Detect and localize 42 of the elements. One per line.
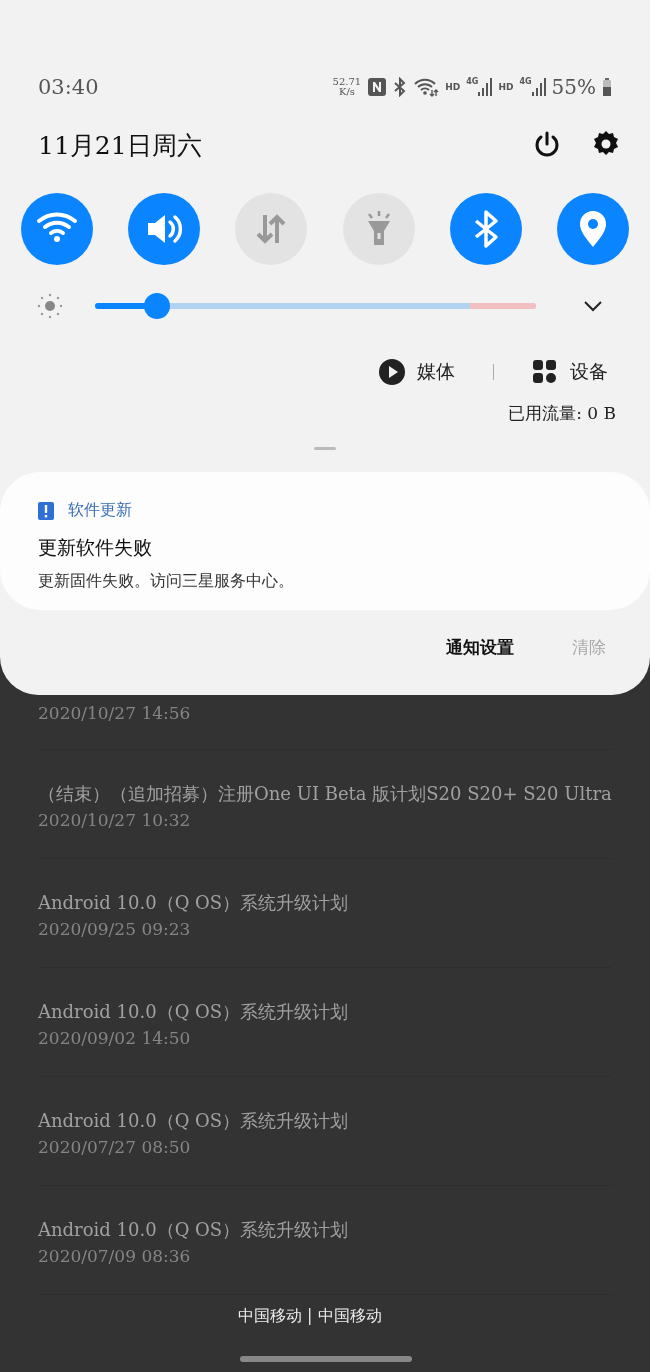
article-title: Android 10.0（Q OS）系统升级计划 — [38, 1218, 350, 1242]
bluetooth-icon — [393, 77, 408, 97]
brightness-icon — [36, 292, 64, 320]
wifi-icon — [413, 77, 440, 97]
article-date: 2020/07/09 08:36 — [38, 1246, 192, 1266]
article-date: 2020/07/27 08:50 — [38, 1137, 192, 1157]
signal-icon — [531, 77, 546, 97]
hd-label: HD — [445, 82, 461, 92]
network-speed: 52.71 K/s — [332, 77, 362, 97]
settings-icon[interactable] — [592, 130, 620, 158]
play-icon — [379, 359, 405, 385]
battery-icon — [602, 77, 612, 97]
network-type: 4G — [466, 77, 479, 86]
slider-thumb[interactable] — [143, 293, 170, 319]
article-title: Android 10.0（Q OS）系统升级计划 — [38, 1109, 350, 1133]
date-label: 11月21日周六 — [38, 129, 202, 162]
app-name: 软件更新 — [68, 500, 132, 521]
data-usage: 已用流量: 0 B — [508, 402, 616, 425]
nfc-icon — [367, 77, 388, 97]
carrier-label: 中国移动 | 中国移动 — [238, 1306, 382, 1327]
article-date: 2020/10/27 14:56 — [38, 703, 192, 723]
article-date: 2020/09/02 14:50 — [38, 1028, 192, 1048]
hd-label: HD — [498, 82, 514, 92]
grid-icon — [532, 359, 558, 385]
chevron-down-icon[interactable] — [583, 300, 603, 312]
article-date: 2020/09/25 09:23 — [38, 919, 192, 939]
battery-percent: 55% — [551, 75, 596, 99]
notification-title: 更新软件失败 — [38, 535, 153, 560]
article-date: 2020/10/27 10:32 — [38, 810, 192, 830]
devices-button[interactable]: 设备 — [532, 359, 608, 385]
article-title: （结束）（追加招募）注册One UI Beta 版计划S20 S20+ S20 Ultra — [38, 782, 612, 806]
article-title: Android 10.0（Q OS）系统升级计划 — [38, 891, 350, 915]
notification-action[interactable]: 通知设置 — [446, 636, 514, 659]
notification-text: 更新固件失败。访问三星服务中心。 — [38, 571, 295, 592]
notification-card[interactable]: 软件更新 更新软件失败 更新固件失败。访问三星服务中心。 — [0, 472, 650, 610]
clock-time: 03:40 — [38, 75, 99, 99]
media-button[interactable]: 媒体 — [379, 359, 455, 385]
network-type: 4G — [519, 77, 532, 86]
alert-icon — [38, 501, 54, 520]
article-title: Android 10.0（Q OS）系统升级计划 — [38, 1000, 350, 1024]
drag-handle[interactable] — [314, 447, 336, 450]
signal-icon — [478, 77, 493, 97]
